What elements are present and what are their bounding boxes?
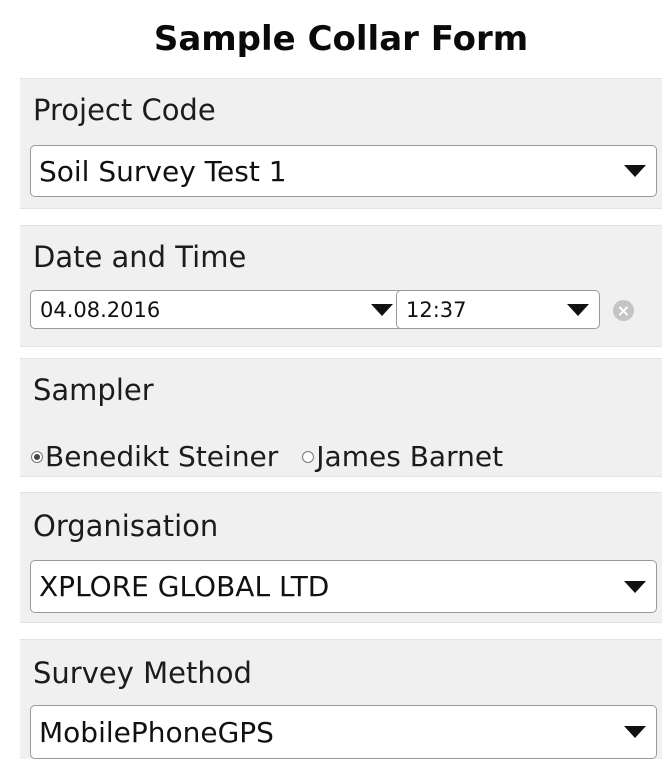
chevron-down-icon (567, 303, 589, 316)
form-title: Sample Collar Form (153, 19, 529, 59)
sampler-radio-group: Benedikt Steiner James Barnet (31, 440, 527, 473)
survey-method-label: Survey Method (33, 656, 252, 690)
date-time-section: Date and Time 04.08.2016 12:37 × (20, 225, 662, 347)
chevron-down-icon (371, 303, 393, 316)
sampler-section: Sampler Benedikt Steiner James Barnet (20, 358, 662, 477)
organisation-label: Organisation (33, 509, 219, 543)
sampler-option-label: James Barnet (316, 440, 504, 473)
survey-method-section: Survey Method MobilePhoneGPS (20, 639, 662, 759)
chevron-down-icon (624, 165, 646, 177)
radio-checked-icon[interactable] (31, 450, 43, 463)
project-code-select[interactable]: Soil Survey Test 1 (30, 145, 657, 197)
sampler-option-benedikt-steiner[interactable]: Benedikt Steiner (31, 440, 278, 473)
project-code-label: Project Code (33, 93, 216, 127)
time-value: 12:37 (406, 297, 467, 322)
project-code-section: Project Code Soil Survey Test 1 (20, 78, 662, 209)
date-select[interactable]: 04.08.2016 (30, 290, 404, 329)
date-time-label: Date and Time (33, 240, 247, 274)
organisation-value: XPLORE GLOBAL LTD (39, 570, 330, 603)
sampler-label: Sampler (33, 373, 154, 407)
date-value: 04.08.2016 (40, 297, 161, 322)
time-select[interactable]: 12:37 (396, 290, 600, 329)
organisation-select[interactable]: XPLORE GLOBAL LTD (30, 560, 657, 613)
sampler-option-label: Benedikt Steiner (45, 440, 279, 473)
survey-method-select[interactable]: MobilePhoneGPS (30, 705, 657, 759)
survey-method-value: MobilePhoneGPS (39, 715, 274, 749)
sampler-option-james-barnet[interactable]: James Barnet (302, 440, 503, 473)
chevron-down-icon (624, 580, 646, 593)
radio-unchecked-icon[interactable] (302, 450, 315, 463)
clear-icon[interactable]: × (613, 300, 634, 321)
chevron-down-icon (624, 726, 646, 738)
project-code-value: Soil Survey Test 1 (39, 154, 287, 188)
organisation-section: Organisation XPLORE GLOBAL LTD (20, 492, 662, 623)
